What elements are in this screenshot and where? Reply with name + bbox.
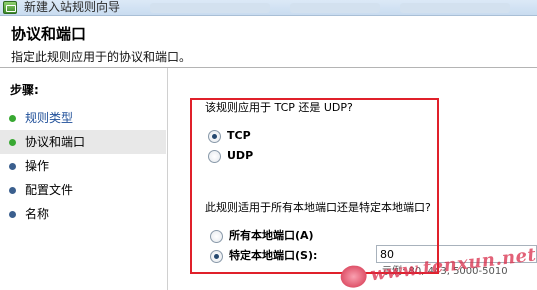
step-current-bullet-icon	[9, 138, 16, 146]
step-profile[interactable]: 配置文件	[0, 178, 166, 202]
step-label: 协议和端口	[25, 135, 86, 149]
all-ports-radio-option[interactable]: 所有本地端口(A)	[210, 228, 314, 244]
all-ports-radio-button[interactable]	[210, 229, 223, 243]
blurred-titlebar-area	[290, 3, 380, 13]
title-bar: 新建入站规则向导	[0, 0, 537, 16]
udp-radio-button[interactable]	[208, 149, 221, 163]
wizard-header: 协议和端口 指定此规则应用于的协议和端口。	[0, 16, 537, 68]
specific-ports-radio-button[interactable]	[210, 249, 223, 263]
step-action[interactable]: 操作	[0, 154, 166, 178]
specific-ports-radio-label[interactable]: 特定本地端口(S):	[229, 249, 317, 263]
udp-radio-label[interactable]: UDP	[227, 149, 253, 163]
step-label: 配置文件	[25, 183, 74, 197]
udp-radio-option[interactable]: UDP	[208, 148, 253, 164]
all-ports-radio-label[interactable]: 所有本地端口(A)	[229, 229, 314, 243]
step-label: 操作	[25, 159, 50, 173]
step-label: 规则类型	[25, 111, 74, 125]
firewall-app-icon	[3, 1, 17, 14]
tcp-radio-label[interactable]: TCP	[227, 129, 251, 143]
step-bullet-icon	[9, 210, 16, 218]
steps-heading: 步骤:	[10, 83, 39, 97]
specific-ports-input[interactable]	[376, 245, 537, 263]
window-title: 新建入站规则向导	[24, 0, 121, 14]
step-bullet-icon	[9, 162, 16, 170]
step-rule-type[interactable]: 规则类型	[0, 106, 166, 130]
step-done-bullet-icon	[9, 114, 16, 122]
blurred-titlebar-area	[150, 3, 270, 13]
step-bullet-icon	[9, 186, 16, 194]
page-description: 指定此规则应用于的协议和端口。	[11, 50, 192, 64]
steps-pane: 步骤: 规则类型 协议和端口 操作 配置文件 名称	[0, 68, 168, 290]
protocol-question: 该规则应用于 TCP 还是 UDP?	[205, 101, 353, 114]
step-name[interactable]: 名称	[0, 202, 166, 226]
step-protocol-and-ports[interactable]: 协议和端口	[0, 130, 166, 154]
page-title: 协议和端口	[11, 25, 87, 43]
tcp-radio-button[interactable]	[208, 129, 221, 143]
blurred-titlebar-area	[400, 3, 510, 13]
specific-ports-radio-option[interactable]: 特定本地端口(S):	[210, 248, 317, 264]
tcp-radio-option[interactable]: TCP	[208, 128, 251, 144]
ports-question: 此规则适用于所有本地端口还是特定本地端口?	[205, 201, 431, 214]
ports-example-text: 示例: 80, 443, 5000-5010	[382, 266, 508, 277]
step-label: 名称	[25, 207, 50, 221]
